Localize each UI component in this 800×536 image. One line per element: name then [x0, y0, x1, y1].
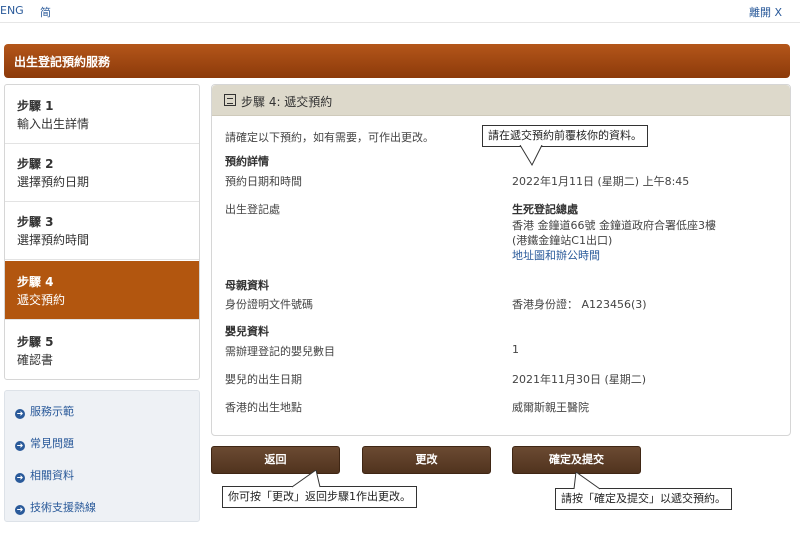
office-address-note: (港鐵金鐘站C1出口)	[512, 234, 613, 247]
step-label: 選擇預約時間	[17, 233, 90, 247]
lang-english-link[interactable]: ENG	[0, 4, 24, 17]
id-value: 香港身份證： A123456(3)	[512, 298, 647, 311]
step-label: 遞交預約	[17, 293, 66, 307]
baby-heading: 嬰兒資料	[225, 325, 269, 338]
step-label: 確認書	[17, 353, 54, 367]
review-callout-tail	[519, 145, 543, 167]
step-number: 步驟 2	[17, 157, 54, 171]
dob-label: 嬰兒的出生日期	[225, 373, 302, 386]
step-3-item[interactable]: 步驟 3 選擇預約時間	[5, 201, 199, 260]
change-callout: 你可按「更改」返回步驟1作出更改。	[222, 486, 417, 508]
panel-header: 步驟 4: 遞交預約	[212, 85, 790, 116]
exit-link[interactable]: 離開 X	[749, 4, 782, 20]
mother-heading: 母親資料	[225, 279, 269, 292]
arrow-circle-icon: ➜	[15, 473, 25, 483]
demo-link[interactable]: ➜ 服務示範	[15, 403, 74, 419]
panel-title: 步驟 4: 遞交預約	[241, 95, 333, 109]
service-banner: 出生登記預約服務	[4, 44, 790, 78]
appt-value: 2022年1月11日 (星期二) 上午8:45	[512, 175, 690, 188]
office-address: 香港 金鐘道66號 金鐘道政府合署低座3樓	[512, 219, 716, 232]
step-number: 步驟 4	[17, 275, 54, 289]
step-4-item-active[interactable]: 步驟 4 遞交預約	[5, 261, 199, 320]
step-number: 步驟 3	[17, 215, 54, 229]
birthplace-value: 威爾斯親王醫院	[512, 401, 589, 414]
appt-label: 預約日期和時間	[225, 175, 302, 188]
lang-simplified-link[interactable]: 简	[40, 4, 51, 20]
help-links: ➜ 服務示範 ➜ 常見問題 ➜ 相關資料 ➜ 技術支援熱線	[4, 390, 200, 522]
office-map-link[interactable]: 地址圖和辦公時間	[512, 247, 600, 263]
arrow-circle-icon: ➜	[15, 505, 25, 515]
change-callout-tail	[291, 470, 321, 488]
step-5-item[interactable]: 步驟 5 確認書	[5, 321, 199, 379]
submit-callout-tail	[573, 472, 601, 490]
confirm-submit-button[interactable]: 確定及提交	[512, 446, 641, 474]
submit-callout: 請按「確定及提交」以遞交預約。	[555, 488, 732, 510]
office-name: 生死登記總處	[512, 203, 578, 216]
step-nav: 步驟 1 輸入出生詳情 步驟 2 選擇預約日期 步驟 3 選擇預約時間 步驟 4…	[4, 84, 200, 380]
step-number: 步驟 1	[17, 99, 54, 113]
step-label: 選擇預約日期	[17, 175, 90, 189]
booking-heading: 預約詳情	[225, 155, 269, 168]
birthplace-label: 香港的出生地點	[225, 401, 302, 414]
form-icon	[224, 94, 236, 106]
change-button[interactable]: 更改	[362, 446, 491, 474]
arrow-circle-icon: ➜	[15, 409, 25, 419]
arrow-circle-icon: ➜	[15, 441, 25, 451]
faq-link[interactable]: ➜ 常見問題	[15, 435, 74, 451]
top-bar: ENG 简 離開 X	[0, 0, 800, 23]
related-info-link[interactable]: ➜ 相關資料	[15, 467, 74, 483]
step-number: 步驟 5	[17, 335, 54, 349]
baby-count-label: 需辦理登記的嬰兒數目	[225, 345, 335, 358]
step-1-item[interactable]: 步驟 1 輸入出生詳情	[5, 85, 199, 144]
dob-value: 2021年11月30日 (星期二)	[512, 373, 647, 386]
baby-count-value: 1	[512, 343, 519, 356]
step-label: 輸入出生詳情	[17, 117, 90, 131]
review-callout: 請在遞交預約前覆核你的資料。	[482, 125, 648, 147]
support-hotline-link[interactable]: ➜ 技術支援熱線	[15, 499, 96, 515]
office-label: 出生登記處	[225, 203, 280, 216]
service-title: 出生登記預約服務	[14, 55, 111, 69]
step-2-item[interactable]: 步驟 2 選擇預約日期	[5, 143, 199, 202]
intro-text: 請確定以下預約，如有需要，可作出更改。	[225, 131, 434, 144]
id-label: 身份證明文件號碼	[225, 298, 313, 311]
